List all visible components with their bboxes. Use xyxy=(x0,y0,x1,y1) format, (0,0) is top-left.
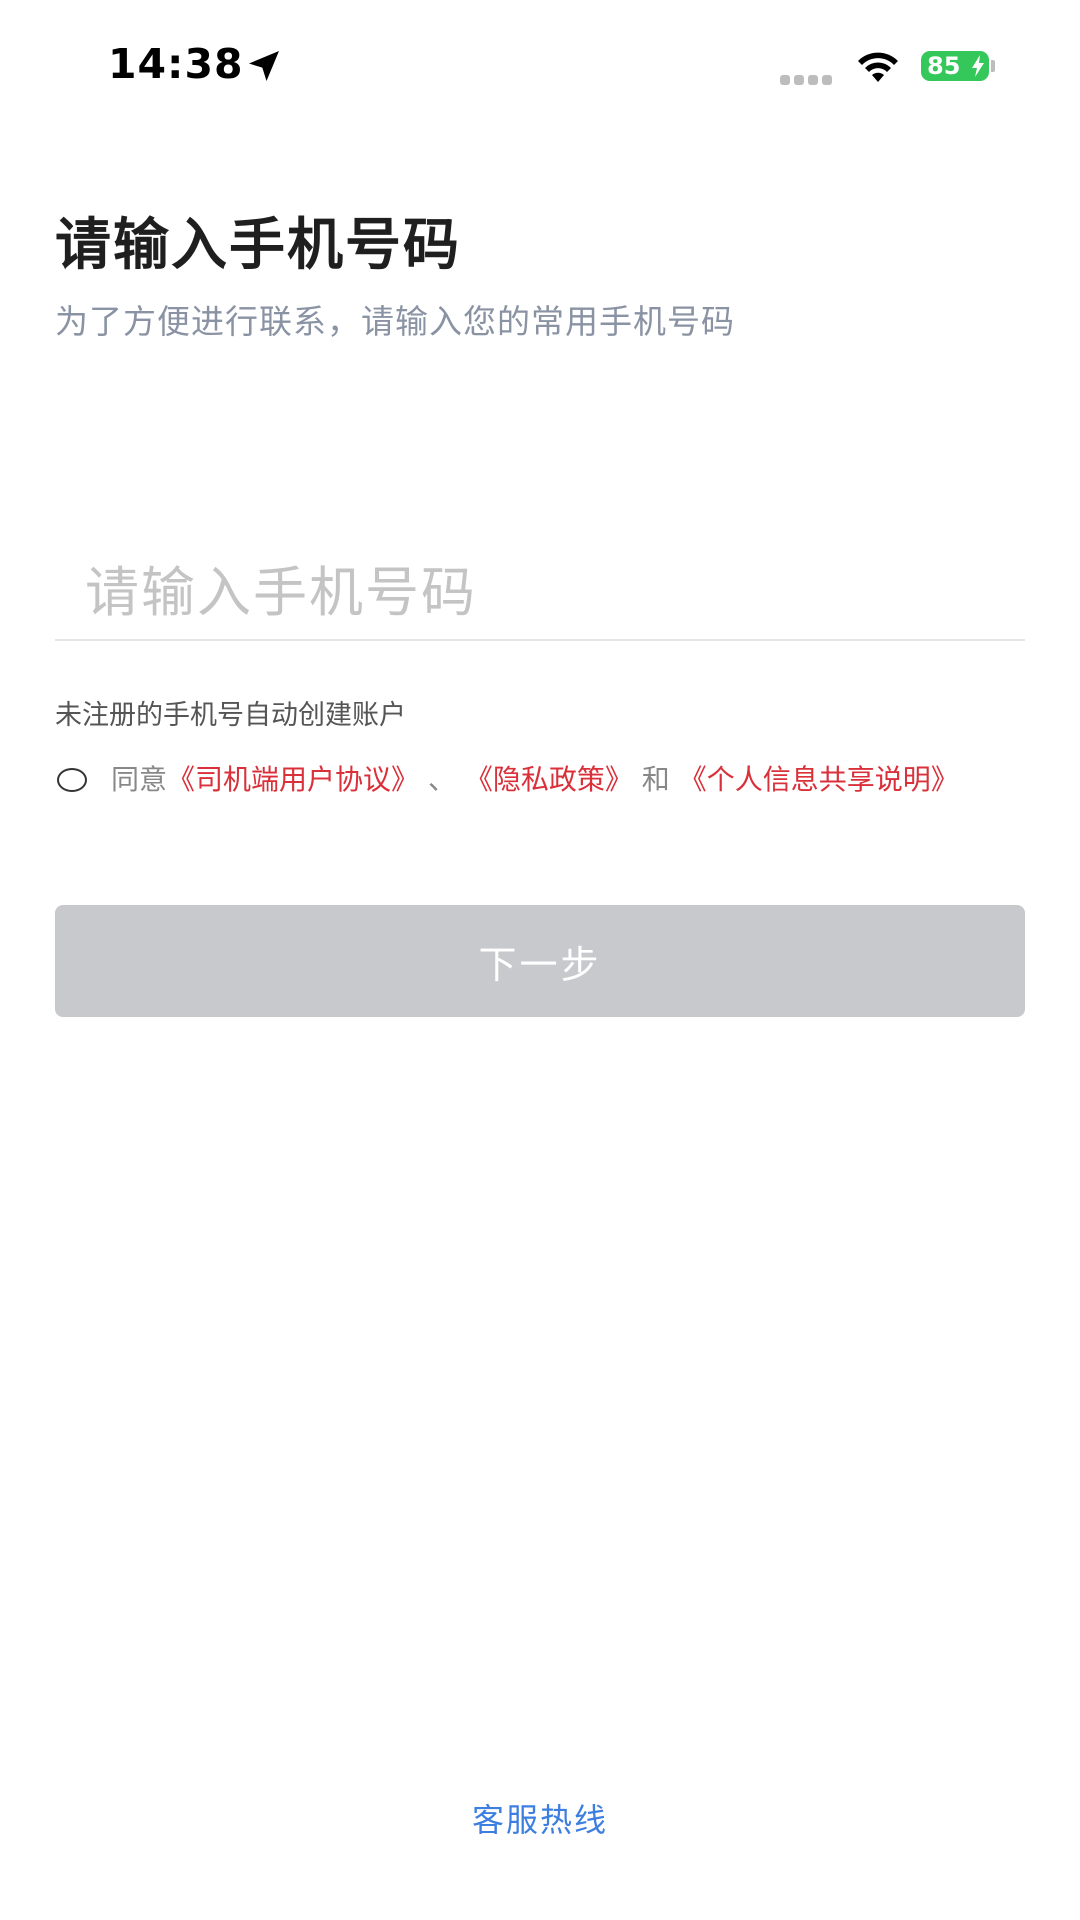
phone-number-input[interactable] xyxy=(55,545,1025,641)
agreement-text: 同意《司机端用户协议》 、 《隐私政策》 和 《个人信息共享说明》 xyxy=(111,758,1071,802)
register-hint: 未注册的手机号自动创建账户 xyxy=(55,700,406,731)
agreement-radio[interactable] xyxy=(57,768,87,792)
agreement-separator: 、 xyxy=(427,763,456,796)
page-subtitle: 为了方便进行联系，请输入您的常用手机号码 xyxy=(55,302,735,341)
page-title: 请输入手机号码 xyxy=(55,213,461,278)
signal-icon xyxy=(780,70,836,85)
battery-charging-icon xyxy=(972,55,984,77)
wifi-icon xyxy=(858,52,898,82)
status-bar: 14:38 85 xyxy=(0,0,1080,130)
next-step-button[interactable]: 下一步 xyxy=(55,905,1025,1017)
status-time: 14:38 xyxy=(108,40,244,88)
location-arrow-icon xyxy=(249,51,279,81)
agreement-prefix: 同意 xyxy=(111,763,168,796)
customer-service-hotline-link[interactable]: 客服热线 xyxy=(0,1795,1080,1841)
privacy-policy-link[interactable]: 《隐私政策》 xyxy=(465,763,633,796)
battery-tip xyxy=(991,60,995,72)
info-sharing-link[interactable]: 《个人信息共享说明》 xyxy=(679,763,959,796)
battery-level: 85 xyxy=(927,52,961,80)
battery-indicator: 85 xyxy=(921,51,989,81)
driver-agreement-link[interactable]: 《司机端用户协议》 xyxy=(167,763,419,796)
agreement-and: 和 xyxy=(641,763,670,796)
